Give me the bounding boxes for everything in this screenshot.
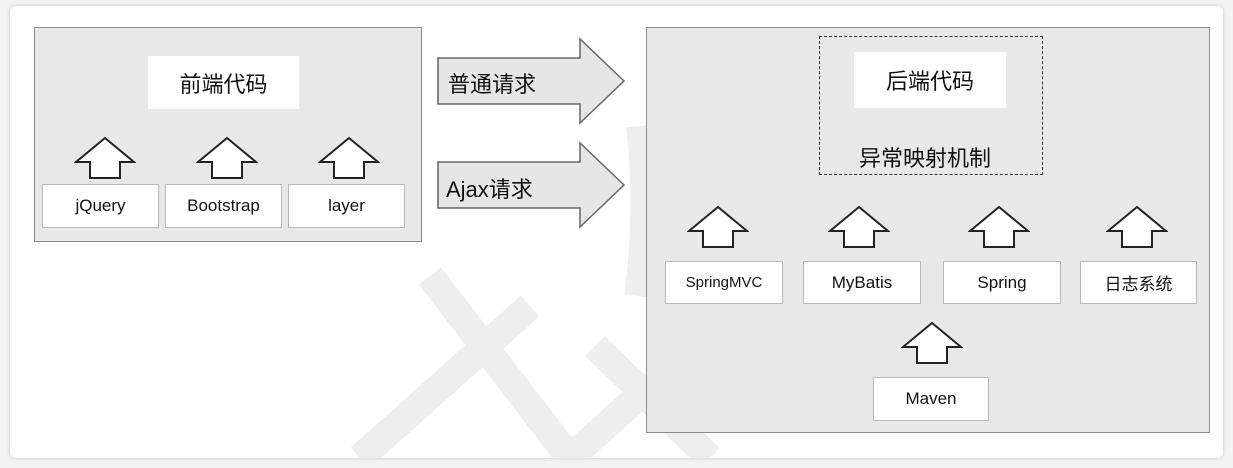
lib-mybatis: MyBatis [803,261,921,304]
lib-layer: layer [288,184,405,228]
up-arrow-icon [1106,205,1168,248]
backend-panel: 后端代码 异常映射机制 SpringMVC MyBatis Spring 日志系… [646,27,1210,433]
lib-bootstrap: Bootstrap [165,184,282,228]
diagram-card: 前端代码 jQuery Bootstrap layer 普通请求 Ajax请求 … [10,6,1223,458]
exception-mapping-label: 异常映射机制 [859,146,992,171]
up-arrow-icon [901,321,963,364]
lib-logging: 日志系统 [1080,261,1197,304]
normal-request-label: 普通请求 [448,72,537,97]
lib-jquery: jQuery [42,184,159,228]
lib-spring: Spring [943,261,1061,304]
up-arrow-icon [968,205,1030,248]
up-arrow-icon [318,136,380,179]
ajax-request-label: Ajax请求 [446,177,533,202]
build-maven: Maven [873,377,989,421]
up-arrow-icon [74,136,136,179]
frontend-title: 前端代码 [148,56,299,109]
up-arrow-icon [687,205,749,248]
frontend-panel: 前端代码 jQuery Bootstrap layer [34,27,422,242]
backend-title: 后端代码 [854,52,1006,108]
up-arrow-icon [828,205,890,248]
up-arrow-icon [196,136,258,179]
lib-springmvc: SpringMVC [665,261,783,304]
